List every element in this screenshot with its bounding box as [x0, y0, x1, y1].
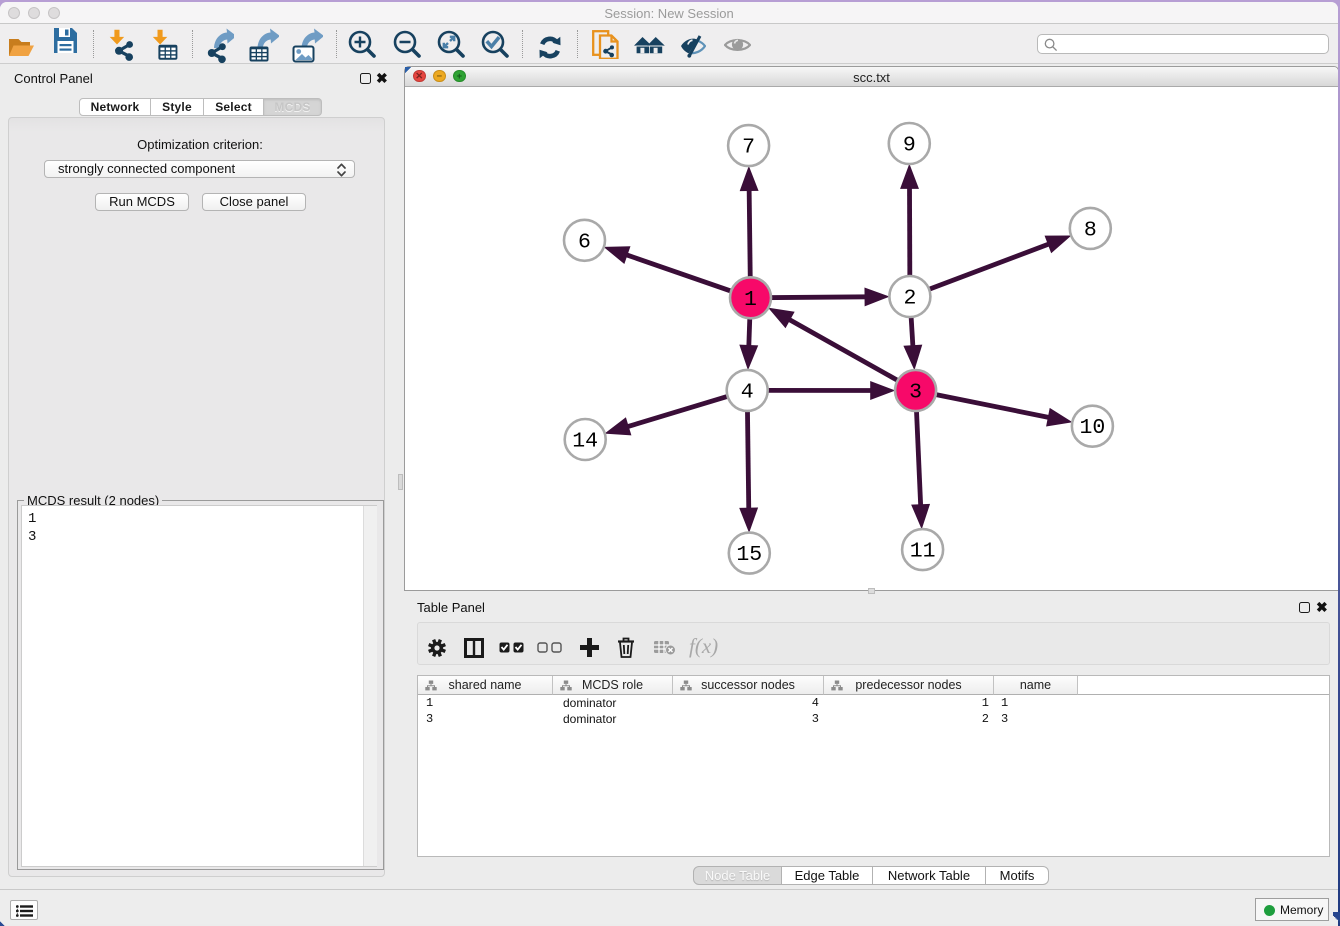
svg-text:2: 2 — [903, 287, 916, 311]
svg-text:7: 7 — [742, 136, 755, 160]
svg-text:1: 1 — [744, 288, 757, 312]
svg-text:4: 4 — [741, 380, 754, 404]
svg-text:9: 9 — [903, 134, 916, 158]
svg-text:3: 3 — [909, 381, 922, 405]
svg-text:15: 15 — [736, 543, 762, 567]
svg-text:11: 11 — [910, 540, 936, 564]
svg-text:10: 10 — [1079, 416, 1105, 440]
svg-text:8: 8 — [1084, 218, 1097, 242]
svg-text:6: 6 — [578, 230, 591, 254]
svg-text:14: 14 — [572, 430, 598, 454]
